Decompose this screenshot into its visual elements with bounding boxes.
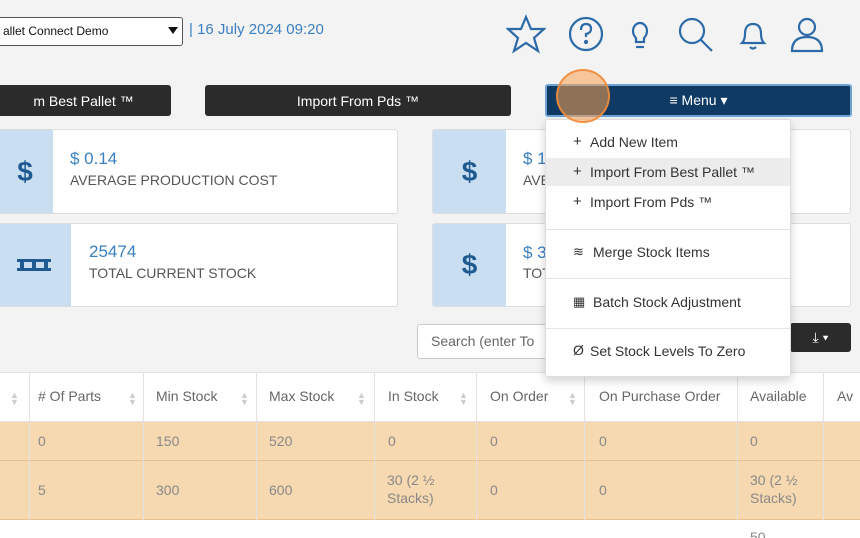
column-header-on-order[interactable]: On Order <box>490 388 548 404</box>
menu-item-label: Batch Stock Adjustment <box>593 294 741 310</box>
column-divider <box>374 372 375 520</box>
table-row[interactable]: 0 150 520 0 0 0 0 <box>0 422 860 461</box>
search-placeholder: Search (enter To <box>431 333 535 349</box>
column-header-min-stock[interactable]: Min Stock <box>156 388 217 404</box>
help-icon[interactable] <box>563 10 609 58</box>
import-best-pallet-button[interactable]: m Best Pallet ™ <box>0 85 171 116</box>
company-select[interactable]: allet Connect Demo <box>0 17 183 46</box>
menu-divider <box>546 278 790 279</box>
menu-divider <box>546 328 790 329</box>
menu-item-import-best-pallet[interactable]: + Import From Best Pallet ™ <box>546 158 790 186</box>
lightbulb-icon[interactable] <box>617 10 663 58</box>
plus-icon: + <box>573 193 582 210</box>
column-header-av[interactable]: Av <box>837 388 853 404</box>
menu-divider <box>546 229 790 230</box>
stat-card-total-current-stock: 25474 TOTAL CURRENT STOCK <box>0 223 398 307</box>
click-indicator <box>556 69 610 123</box>
sort-icon[interactable]: ▲ ▼ <box>128 391 137 407</box>
user-icon[interactable] <box>784 10 830 58</box>
menu-item-label: Merge Stock Items <box>593 244 710 260</box>
column-divider <box>29 372 30 520</box>
company-select-value: allet Connect Demo <box>3 24 109 38</box>
plus-icon: + <box>573 133 582 150</box>
menu-item-import-pds[interactable]: + Import From Pds ™ <box>546 188 790 216</box>
import-best-pallet-label: m Best Pallet ™ <box>33 92 134 109</box>
layers-icon: ≋ <box>573 244 584 259</box>
menu-item-batch-stock-adjustment[interactable]: ▦ Batch Stock Adjustment <box>546 288 790 316</box>
table-cell: 520 <box>269 433 293 449</box>
table-row[interactable]: 5 300 600 30 (2 ½ Stacks) 0 0 30 (2 ½ St… <box>0 461 860 520</box>
search-input[interactable]: Search (enter To <box>417 324 557 359</box>
column-header-max-stock[interactable]: Max Stock <box>269 388 334 404</box>
sort-icon[interactable]: ▲ ▼ <box>10 391 19 407</box>
column-divider <box>256 372 257 520</box>
sort-icon[interactable]: ▲ ▼ <box>240 391 249 407</box>
sort-icon[interactable]: ▲ ▼ <box>568 391 577 407</box>
table-cell: 0 <box>490 482 498 498</box>
table-cell: 5 <box>38 482 46 498</box>
table-cell: 150 <box>156 433 180 449</box>
table-cell: 30 (2 ½ <box>387 472 435 488</box>
column-divider <box>143 372 144 520</box>
table-cell: 0 <box>38 433 46 449</box>
export-button[interactable]: ⤓ ▾ <box>790 323 851 352</box>
table-cell: 300 <box>156 482 180 498</box>
stat-card-avg-production-cost: $ $ 0.14 AVERAGE PRODUCTION COST <box>0 129 398 214</box>
table-cell: 30 (2 ½ <box>750 472 798 488</box>
current-datetime: | 16 July 2024 09:20 <box>189 21 324 38</box>
pallet-icon <box>0 224 71 306</box>
table-cell: Stacks) <box>387 490 434 506</box>
dollar-icon: $ <box>433 224 506 306</box>
plus-icon: + <box>573 163 582 180</box>
menu-item-label: Set Stock Levels To Zero <box>590 343 746 359</box>
search-icon[interactable] <box>672 10 718 58</box>
table-cell: 0 <box>750 433 758 449</box>
stat-value: $ 3 <box>523 243 547 262</box>
menu-item-label: Import From Best Pallet ™ <box>590 164 755 180</box>
column-divider <box>823 372 824 520</box>
menu-item-label: Import From Pds ™ <box>590 194 713 210</box>
menu-item-set-stock-levels-zero[interactable]: Ø Set Stock Levels To Zero <box>546 337 790 365</box>
column-divider <box>584 372 585 520</box>
column-header-in-stock[interactable]: In Stock <box>388 388 439 404</box>
table-cell: Stacks) <box>750 490 797 506</box>
column-header-on-purchase-order[interactable]: On Purchase Order <box>599 388 720 404</box>
table-row[interactable]: 50 <box>0 520 860 538</box>
menu-item-label: Add New Item <box>590 134 678 150</box>
column-divider <box>476 372 477 520</box>
table-cell: 0 <box>490 433 498 449</box>
download-icon: ⤓ ▾ <box>812 329 829 345</box>
chevron-down-icon <box>168 27 178 34</box>
menu-dropdown: + Add New Item + Import From Best Pallet… <box>545 119 791 377</box>
column-divider <box>737 372 738 520</box>
table-cell: 0 <box>599 482 607 498</box>
dollar-icon: $ <box>433 130 506 213</box>
menu-item-merge-stock-items[interactable]: ≋ Merge Stock Items <box>546 238 790 266</box>
table-cell: 0 <box>388 433 396 449</box>
boxes-icon: ▦ <box>573 294 586 309</box>
import-pds-label: Import From Pds ™ <box>296 92 420 109</box>
table-cell: 600 <box>269 482 293 498</box>
column-header-parts[interactable]: # Of Parts <box>38 388 101 404</box>
table-cell: 50 <box>750 529 766 538</box>
column-header-available[interactable]: Available <box>750 388 807 404</box>
stat-value: $ 1 <box>523 149 547 168</box>
bell-icon[interactable] <box>730 10 776 58</box>
stat-value: 25474 <box>89 242 137 261</box>
dollar-icon: $ <box>0 130 53 213</box>
stat-value: $ 0.14 <box>70 149 118 168</box>
stat-label: TOTAL CURRENT STOCK <box>89 265 257 281</box>
stat-label: AVERAGE PRODUCTION COST <box>70 172 278 188</box>
sort-icon[interactable]: ▲ ▼ <box>459 391 468 407</box>
table-header: ▲ ▼ # Of Parts ▲ ▼ Min Stock ▲ ▼ Max Stock … <box>0 372 860 422</box>
sort-icon[interactable]: ▲ ▼ <box>357 391 366 407</box>
top-bar: allet Connect Demo | 16 July 2024 09:20 <box>0 0 860 80</box>
menu-button-label: ≡ Menu ▾ <box>669 92 728 108</box>
star-icon[interactable] <box>503 10 549 58</box>
menu-item-add-new-item[interactable]: + Add New Item <box>546 128 790 156</box>
table-cell: 0 <box>599 433 607 449</box>
import-pds-button[interactable]: Import From Pds ™ <box>205 85 511 116</box>
empty-set-icon: Ø <box>573 342 584 358</box>
